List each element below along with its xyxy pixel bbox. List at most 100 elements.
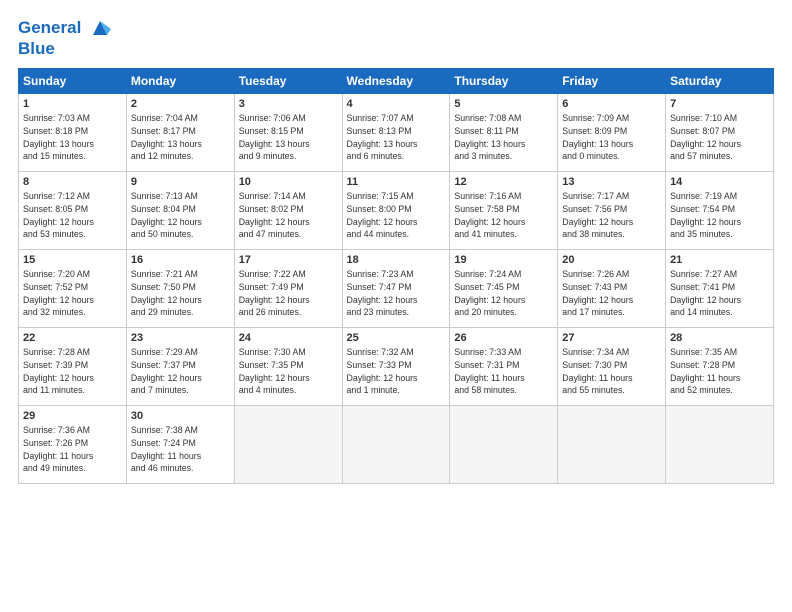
logo-general: General xyxy=(18,18,81,37)
day-info: Sunrise: 7:14 AMSunset: 8:02 PMDaylight:… xyxy=(239,190,338,241)
calendar-cell: 26Sunrise: 7:33 AMSunset: 7:31 PMDayligh… xyxy=(450,328,558,406)
day-number: 6 xyxy=(562,98,661,110)
calendar-cell: 21Sunrise: 7:27 AMSunset: 7:41 PMDayligh… xyxy=(666,250,774,328)
day-info: Sunrise: 7:16 AMSunset: 7:58 PMDaylight:… xyxy=(454,190,553,241)
day-number: 25 xyxy=(347,332,446,344)
day-number: 15 xyxy=(23,254,122,266)
calendar-cell: 22Sunrise: 7:28 AMSunset: 7:39 PMDayligh… xyxy=(19,328,127,406)
day-number: 1 xyxy=(23,98,122,110)
calendar-cell: 5 Sunrise: 7:08 AMSunset: 8:11 PMDaylight… xyxy=(450,94,558,172)
day-info: Sunrise: 7:35 AMSunset: 7:28 PMDaylight:… xyxy=(670,346,769,397)
day-info: Sunrise: 7:23 AMSunset: 7:47 PMDaylight:… xyxy=(347,268,446,319)
calendar-cell: 27 Sunrise: 7:34 AMSunset: 7:30 PMDayligh… xyxy=(558,328,666,406)
day-number: 8 xyxy=(23,176,122,188)
calendar-cell: 3 Sunrise: 7:06 AMSunset: 8:15 PMDaylight… xyxy=(234,94,342,172)
day-number: 12 xyxy=(454,176,553,188)
day-number: 29 xyxy=(23,410,122,422)
day-number: 11 xyxy=(347,176,446,188)
day-number: 5 xyxy=(454,98,553,110)
calendar-cell xyxy=(666,406,774,484)
day-info: Sunrise: 7:28 AMSunset: 7:39 PMDaylight:… xyxy=(23,346,122,397)
weekday-header-tuesday: Tuesday xyxy=(234,69,342,94)
weekday-header-sunday: Sunday xyxy=(19,69,127,94)
calendar: SundayMondayTuesdayWednesdayThursdayFrid… xyxy=(18,68,774,484)
calendar-cell: 9 Sunrise: 7:13 AMSunset: 8:04 PMDaylight… xyxy=(126,172,234,250)
day-info: Sunrise: 7:29 AMSunset: 7:37 PMDaylight:… xyxy=(131,346,230,397)
calendar-cell: 29 Sunrise: 7:36 AMSunset: 7:26 PMDayligh… xyxy=(19,406,127,484)
calendar-cell: 17 Sunrise: 7:22 AMSunset: 7:49 PMDayligh… xyxy=(234,250,342,328)
calendar-cell: 4 Sunrise: 7:07 AMSunset: 8:13 PMDaylight… xyxy=(342,94,450,172)
day-number: 19 xyxy=(454,254,553,266)
day-info: Sunrise: 7:09 AMSunset: 8:09 PMDaylight:… xyxy=(562,112,661,163)
day-info: Sunrise: 7:08 AMSunset: 8:11 PMDaylight:… xyxy=(454,112,553,163)
weekday-header-thursday: Thursday xyxy=(450,69,558,94)
calendar-cell: 2 Sunrise: 7:04 AMSunset: 8:17 PMDaylight… xyxy=(126,94,234,172)
day-info: Sunrise: 7:10 AMSunset: 8:07 PMDaylight:… xyxy=(670,112,769,163)
day-number: 7 xyxy=(670,98,769,110)
day-number: 27 xyxy=(562,332,661,344)
calendar-cell: 6 Sunrise: 7:09 AMSunset: 8:09 PMDaylight… xyxy=(558,94,666,172)
day-info: Sunrise: 7:27 AMSunset: 7:41 PMDaylight:… xyxy=(670,268,769,319)
calendar-cell: 1 Sunrise: 7:03 AMSunset: 8:18 PMDaylight… xyxy=(19,94,127,172)
weekday-header-wednesday: Wednesday xyxy=(342,69,450,94)
day-number: 17 xyxy=(239,254,338,266)
calendar-cell xyxy=(342,406,450,484)
day-info: Sunrise: 7:30 AMSunset: 7:35 PMDaylight:… xyxy=(239,346,338,397)
day-info: Sunrise: 7:13 AMSunset: 8:04 PMDaylight:… xyxy=(131,190,230,241)
day-info: Sunrise: 7:20 AMSunset: 7:52 PMDaylight:… xyxy=(23,268,122,319)
calendar-cell: 13 Sunrise: 7:17 AMSunset: 7:56 PMDayligh… xyxy=(558,172,666,250)
day-info: Sunrise: 7:07 AMSunset: 8:13 PMDaylight:… xyxy=(347,112,446,163)
day-info: Sunrise: 7:03 AMSunset: 8:18 PMDaylight:… xyxy=(23,112,122,163)
day-number: 18 xyxy=(347,254,446,266)
day-number: 10 xyxy=(239,176,338,188)
calendar-cell: 10 Sunrise: 7:14 AMSunset: 8:02 PMDayligh… xyxy=(234,172,342,250)
calendar-cell: 24 Sunrise: 7:30 AMSunset: 7:35 PMDayligh… xyxy=(234,328,342,406)
calendar-cell xyxy=(450,406,558,484)
calendar-cell: 8 Sunrise: 7:12 AMSunset: 8:05 PMDaylight… xyxy=(19,172,127,250)
day-number: 9 xyxy=(131,176,230,188)
day-info: Sunrise: 7:21 AMSunset: 7:50 PMDaylight:… xyxy=(131,268,230,319)
day-info: Sunrise: 7:33 AMSunset: 7:31 PMDaylight:… xyxy=(454,346,553,397)
day-number: 28 xyxy=(670,332,769,344)
day-number: 3 xyxy=(239,98,338,110)
calendar-cell: 20 Sunrise: 7:26 AMSunset: 7:43 PMDayligh… xyxy=(558,250,666,328)
logo-icon xyxy=(89,17,111,39)
day-number: 16 xyxy=(131,254,230,266)
day-number: 14 xyxy=(670,176,769,188)
calendar-cell: 16 Sunrise: 7:21 AMSunset: 7:50 PMDayligh… xyxy=(126,250,234,328)
calendar-cell: 7 Sunrise: 7:10 AMSunset: 8:07 PMDaylight… xyxy=(666,94,774,172)
day-info: Sunrise: 7:06 AMSunset: 8:15 PMDaylight:… xyxy=(239,112,338,163)
day-info: Sunrise: 7:22 AMSunset: 7:49 PMDaylight:… xyxy=(239,268,338,319)
day-info: Sunrise: 7:12 AMSunset: 8:05 PMDaylight:… xyxy=(23,190,122,241)
calendar-cell: 18 Sunrise: 7:23 AMSunset: 7:47 PMDayligh… xyxy=(342,250,450,328)
calendar-cell xyxy=(558,406,666,484)
day-info: Sunrise: 7:36 AMSunset: 7:26 PMDaylight:… xyxy=(23,424,122,475)
logo-blue: Blue xyxy=(18,39,111,59)
calendar-cell xyxy=(234,406,342,484)
day-number: 30 xyxy=(131,410,230,422)
calendar-cell: 28 Sunrise: 7:35 AMSunset: 7:28 PMDayligh… xyxy=(666,328,774,406)
calendar-cell: 12 Sunrise: 7:16 AMSunset: 7:58 PMDayligh… xyxy=(450,172,558,250)
day-number: 23 xyxy=(131,332,230,344)
day-info: Sunrise: 7:04 AMSunset: 8:17 PMDaylight:… xyxy=(131,112,230,163)
day-info: Sunrise: 7:38 AMSunset: 7:24 PMDaylight:… xyxy=(131,424,230,475)
calendar-cell: 23 Sunrise: 7:29 AMSunset: 7:37 PMDayligh… xyxy=(126,328,234,406)
day-info: Sunrise: 7:19 AMSunset: 7:54 PMDaylight:… xyxy=(670,190,769,241)
calendar-cell: 14 Sunrise: 7:19 AMSunset: 7:54 PMDayligh… xyxy=(666,172,774,250)
day-number: 4 xyxy=(347,98,446,110)
calendar-cell: 19 Sunrise: 7:24 AMSunset: 7:45 PMDayligh… xyxy=(450,250,558,328)
day-info: Sunrise: 7:34 AMSunset: 7:30 PMDaylight:… xyxy=(562,346,661,397)
day-number: 13 xyxy=(562,176,661,188)
day-info: Sunrise: 7:15 AMSunset: 8:00 PMDaylight:… xyxy=(347,190,446,241)
day-info: Sunrise: 7:17 AMSunset: 7:56 PMDaylight:… xyxy=(562,190,661,241)
calendar-cell: 30 Sunrise: 7:38 AMSunset: 7:24 PMDayligh… xyxy=(126,406,234,484)
logo: General Blue xyxy=(18,18,111,58)
calendar-cell: 25Sunrise: 7:32 AMSunset: 7:33 PMDayligh… xyxy=(342,328,450,406)
weekday-header-friday: Friday xyxy=(558,69,666,94)
weekday-header-saturday: Saturday xyxy=(666,69,774,94)
day-info: Sunrise: 7:24 AMSunset: 7:45 PMDaylight:… xyxy=(454,268,553,319)
day-number: 24 xyxy=(239,332,338,344)
day-info: Sunrise: 7:26 AMSunset: 7:43 PMDaylight:… xyxy=(562,268,661,319)
day-number: 2 xyxy=(131,98,230,110)
day-number: 20 xyxy=(562,254,661,266)
